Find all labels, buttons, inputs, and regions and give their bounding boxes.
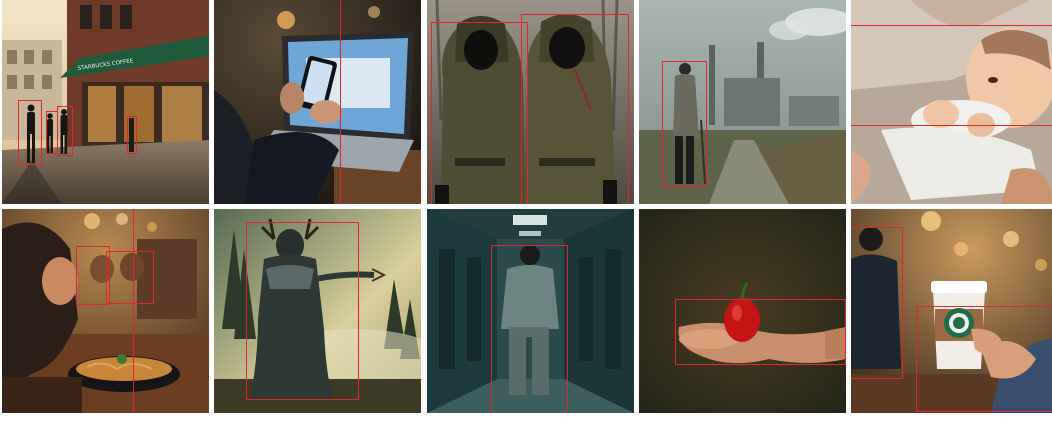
antlered-creature-image (214, 209, 421, 413)
corridor-image (427, 209, 634, 413)
street-scene-image: STARBUCKS COFFEE (2, 0, 209, 204)
tile-noodle-cafe (2, 209, 209, 413)
image-grid: STARBUCKS COFFEE (0, 0, 1052, 423)
tile-factory-walker (639, 0, 846, 204)
tile-phone-laptop (214, 0, 421, 204)
tile-hooded-figures (427, 0, 634, 204)
tile-baby (851, 0, 1052, 204)
baby-image (851, 0, 1052, 204)
tile-corridor (427, 209, 634, 413)
noodle-cafe-image (2, 209, 209, 413)
hooded-figures-image (427, 0, 634, 204)
tile-red-pepper (639, 209, 846, 413)
tile-antlered-creature (214, 209, 421, 413)
tile-street-storefront: STARBUCKS COFFEE (2, 0, 209, 204)
red-pepper-image (639, 209, 846, 413)
tile-coffee-cup (851, 209, 1052, 413)
factory-walker-image (639, 0, 846, 204)
phone-laptop-image (214, 0, 421, 204)
coffee-cup-image (851, 209, 1052, 413)
